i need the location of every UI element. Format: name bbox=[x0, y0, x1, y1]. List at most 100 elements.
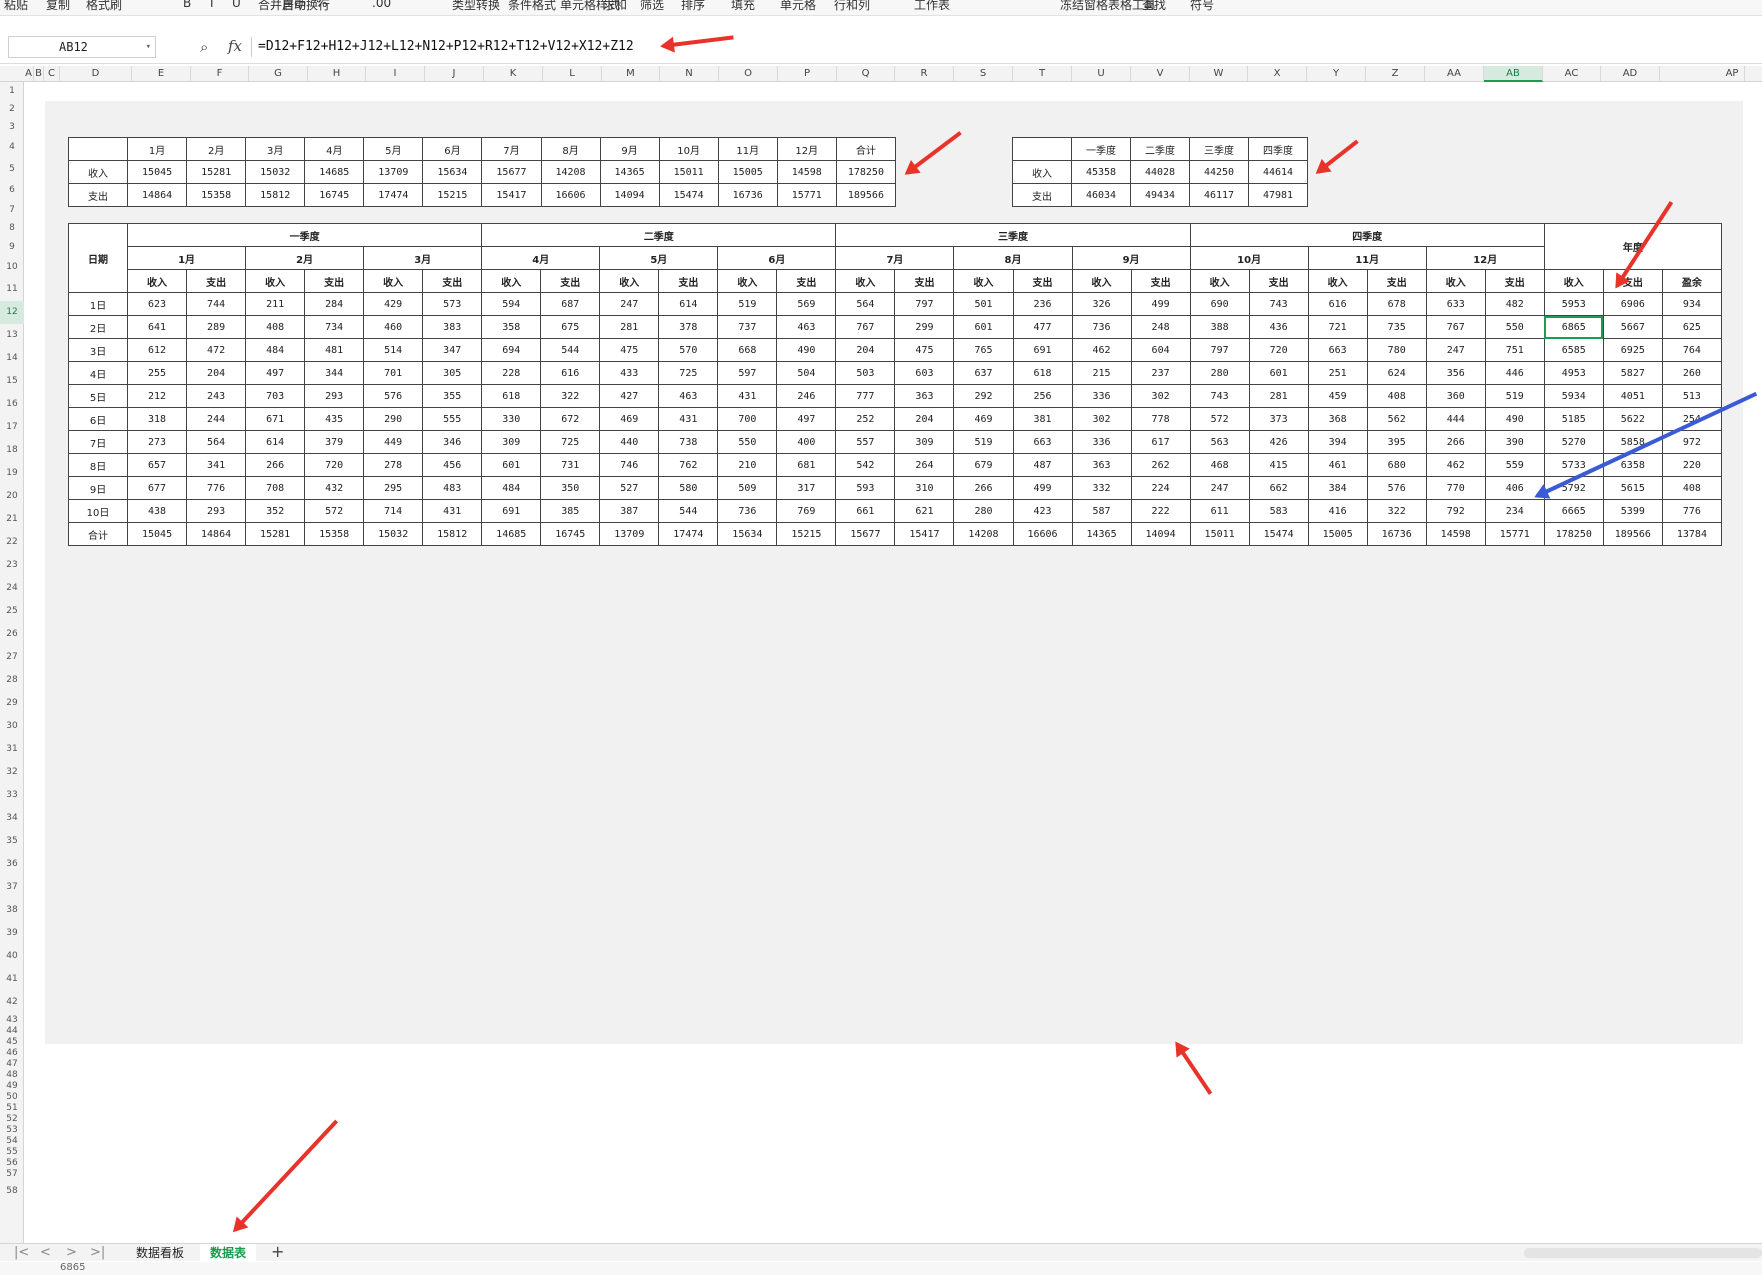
data-cell[interactable]: 384 bbox=[1307, 476, 1368, 500]
data-cell[interactable]: 572 bbox=[1189, 407, 1250, 431]
sheet-tab-dashboard[interactable]: 数据看板 bbox=[126, 1244, 194, 1262]
data-cell[interactable]: 383 bbox=[422, 315, 483, 339]
add-sheet-icon[interactable]: + bbox=[271, 1242, 284, 1261]
data-cell[interactable]: 617 bbox=[1130, 430, 1191, 454]
data-cell[interactable]: 550 bbox=[717, 430, 778, 454]
data-cell[interactable]: 431 bbox=[717, 384, 778, 408]
row-header-24[interactable]: 24 bbox=[0, 577, 24, 600]
row-header-5[interactable]: 5 bbox=[0, 158, 24, 180]
monthly_summary-cell[interactable]: 15215 bbox=[422, 183, 483, 207]
column-header-F[interactable]: F bbox=[191, 66, 249, 82]
data-cell[interactable]: 513 bbox=[1661, 384, 1723, 408]
data-cell[interactable]: 4953 bbox=[1543, 361, 1604, 385]
data-cell[interactable]: 611 bbox=[1189, 499, 1250, 523]
data-cell[interactable]: 736 bbox=[1071, 315, 1132, 339]
column-header-V[interactable]: V bbox=[1131, 66, 1190, 82]
data-cell[interactable]: 559 bbox=[1484, 453, 1545, 477]
data-cell[interactable]: 5667 bbox=[1602, 315, 1663, 339]
data-cell[interactable]: 714 bbox=[363, 499, 424, 523]
row-header-36[interactable]: 36 bbox=[0, 853, 24, 876]
row-header-20[interactable]: 20 bbox=[0, 485, 24, 508]
data-cell[interactable]: 436 bbox=[1248, 315, 1309, 339]
monthly_summary-cell[interactable]: 15417 bbox=[481, 183, 542, 207]
data-cell[interactable]: 210 bbox=[717, 453, 778, 477]
data-cell[interactable]: 934 bbox=[1661, 292, 1723, 316]
data-cell[interactable]: 309 bbox=[894, 430, 955, 454]
data-cell[interactable]: 616 bbox=[540, 361, 601, 385]
data-cell[interactable]: 475 bbox=[894, 338, 955, 362]
ribbon-item[interactable]: 单元格 bbox=[780, 0, 816, 14]
monthly_summary-cell[interactable]: 14094 bbox=[599, 183, 660, 207]
row-header-27[interactable]: 27 bbox=[0, 646, 24, 669]
total-cell[interactable]: 15771 bbox=[1484, 522, 1545, 546]
ribbon-item[interactable]: 排序 bbox=[681, 0, 705, 14]
column-header-W[interactable]: W bbox=[1190, 66, 1248, 82]
data-cell[interactable]: 780 bbox=[1366, 338, 1427, 362]
data-cell[interactable]: 618 bbox=[481, 384, 542, 408]
data-cell[interactable]: 363 bbox=[894, 384, 955, 408]
data-cell[interactable]: 326 bbox=[1071, 292, 1132, 316]
data-cell[interactable]: 601 bbox=[1248, 361, 1309, 385]
data-cell[interactable]: 5622 bbox=[1602, 407, 1663, 431]
monthly_summary-cell[interactable]: 189566 bbox=[835, 183, 897, 207]
monthly_summary-cell[interactable]: 14365 bbox=[599, 160, 660, 184]
ribbon-item[interactable]: I bbox=[210, 0, 214, 14]
data-cell[interactable]: 672 bbox=[540, 407, 601, 431]
data-cell[interactable]: 289 bbox=[186, 315, 247, 339]
data-cell[interactable]: 322 bbox=[1366, 499, 1427, 523]
total-cell[interactable]: 15011 bbox=[1189, 522, 1250, 546]
sheet-tab-data[interactable]: 数据表 bbox=[200, 1244, 257, 1262]
data-cell[interactable]: 352 bbox=[245, 499, 306, 523]
data-cell[interactable]: 462 bbox=[1425, 453, 1486, 477]
data-cell[interactable]: 332 bbox=[1071, 476, 1132, 500]
data-cell[interactable]: 395 bbox=[1366, 430, 1427, 454]
data-cell[interactable]: 614 bbox=[245, 430, 306, 454]
quarterly_summary-cell[interactable]: 44250 bbox=[1189, 160, 1249, 184]
data-cell[interactable]: 550 bbox=[1484, 315, 1545, 339]
data-cell[interactable]: 679 bbox=[953, 453, 1014, 477]
data-cell[interactable]: 475 bbox=[599, 338, 660, 362]
total-cell[interactable]: 15474 bbox=[1248, 522, 1309, 546]
ribbon-item[interactable]: 复制 bbox=[46, 0, 70, 14]
data-cell[interactable]: 612 bbox=[127, 338, 188, 362]
monthly_summary-cell[interactable]: 14864 bbox=[127, 183, 188, 207]
data-cell[interactable]: 469 bbox=[599, 407, 660, 431]
data-cell[interactable]: 264 bbox=[894, 453, 955, 477]
data-cell[interactable]: 708 bbox=[245, 476, 306, 500]
total-cell[interactable]: 14864 bbox=[186, 522, 247, 546]
column-header-Z[interactable]: Z bbox=[1366, 66, 1425, 82]
data-cell[interactable]: 5399 bbox=[1602, 499, 1663, 523]
data-cell[interactable]: 616 bbox=[1307, 292, 1368, 316]
data-cell[interactable]: 281 bbox=[1248, 384, 1309, 408]
total-cell[interactable]: 17474 bbox=[658, 522, 719, 546]
data-cell[interactable]: 725 bbox=[540, 430, 601, 454]
data-cell[interactable]: 614 bbox=[658, 292, 719, 316]
data-cell[interactable]: 4051 bbox=[1602, 384, 1663, 408]
data-cell[interactable]: 776 bbox=[1661, 499, 1723, 523]
data-cell[interactable]: 388 bbox=[1189, 315, 1250, 339]
row-header-56[interactable]: 56 bbox=[0, 1158, 24, 1169]
data-cell[interactable]: 433 bbox=[599, 361, 660, 385]
data-cell[interactable]: 266 bbox=[953, 476, 1014, 500]
data-cell[interactable]: 519 bbox=[953, 430, 1014, 454]
monthly_summary-cell[interactable]: 15677 bbox=[481, 160, 542, 184]
row-header-15[interactable]: 15 bbox=[0, 370, 24, 393]
data-cell[interactable]: 459 bbox=[1307, 384, 1368, 408]
data-cell[interactable]: 662 bbox=[1248, 476, 1309, 500]
monthly_summary-cell[interactable]: 14208 bbox=[540, 160, 601, 184]
data-cell[interactable]: 618 bbox=[1012, 361, 1073, 385]
data-cell[interactable]: 390 bbox=[1484, 430, 1545, 454]
data-cell[interactable]: 204 bbox=[894, 407, 955, 431]
data-cell[interactable]: 604 bbox=[1130, 338, 1191, 362]
data-cell[interactable]: 484 bbox=[481, 476, 542, 500]
data-cell[interactable]: 438 bbox=[127, 499, 188, 523]
column-header-S[interactable]: S bbox=[954, 66, 1013, 82]
data-cell[interactable]: 469 bbox=[953, 407, 1014, 431]
row-header-55[interactable]: 55 bbox=[0, 1147, 24, 1158]
row-header-35[interactable]: 35 bbox=[0, 830, 24, 853]
data-cell[interactable]: 737 bbox=[717, 315, 778, 339]
data-cell[interactable]: 573 bbox=[422, 292, 483, 316]
data-cell[interactable]: 637 bbox=[953, 361, 1014, 385]
data-cell[interactable]: 694 bbox=[481, 338, 542, 362]
total-cell[interactable]: 13709 bbox=[599, 522, 660, 546]
